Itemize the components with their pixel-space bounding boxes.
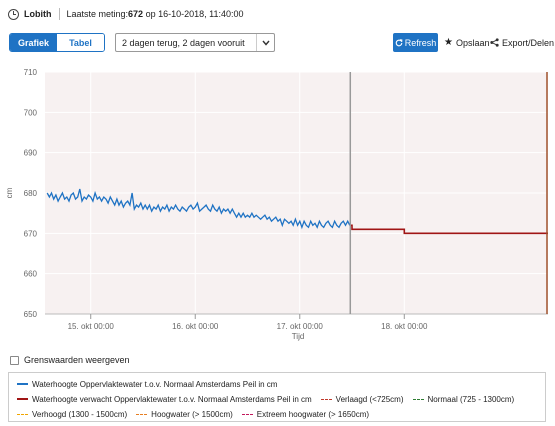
x-tick-label: 15. okt 00:00 (68, 322, 115, 331)
legend-item[interactable]: Waterhoogte Oppervlaktewater t.o.v. Norm… (17, 380, 277, 389)
x-axis-label: Tijd (292, 332, 305, 341)
export-share-button[interactable]: Export/Delen (490, 33, 554, 52)
range-select[interactable]: 2 dagen terug, 2 dagen vooruit (115, 33, 275, 52)
legend-label: Extreem hoogwater (> 1650cm) (256, 409, 370, 419)
refresh-icon (395, 38, 403, 46)
legend-row-3: Verhoogd (1300 - 1500cm) Hoogwater (> 15… (17, 408, 378, 420)
header-divider (58, 8, 60, 20)
y-tick-label: 650 (24, 310, 38, 319)
legend-swatch (136, 413, 148, 415)
legend-swatch (241, 413, 253, 415)
chart-legend: Waterhoogte Oppervlaktewater t.o.v. Norm… (8, 372, 546, 422)
y-tick-label: 700 (24, 108, 38, 117)
save-label: Opslaan (455, 37, 490, 48)
save-button[interactable]: ★ Opslaan (444, 33, 490, 52)
legend-label: Verhoogd (1300 - 1500cm) (32, 409, 128, 419)
legend-swatch (320, 398, 332, 400)
star-icon: ★ (444, 37, 453, 48)
legend-swatch (17, 413, 28, 415)
y-tick-label: 670 (24, 229, 38, 238)
legend-swatch (412, 398, 424, 400)
legend-item[interactable]: Waterhoogte verwacht Oppervlaktewater t.… (17, 395, 312, 404)
y-tick-label: 680 (24, 189, 38, 198)
clock-icon (8, 8, 19, 20)
legend-item[interactable]: Hoogwater (> 1500cm) (136, 410, 233, 419)
threshold-label: Grenswaarden weergeven (24, 355, 130, 365)
legend-row-1: Waterhoogte Oppervlaktewater t.o.v. Norm… (17, 378, 286, 390)
legend-swatch (17, 383, 28, 385)
threshold-checkbox[interactable] (10, 355, 19, 365)
last-measurement-value: 672 (128, 9, 144, 19)
legend-label: Waterhoogte verwacht Oppervlaktewater t.… (32, 394, 312, 404)
legend-item[interactable]: Normaal (725 - 1300cm) (412, 394, 515, 404)
x-tick-label: 16. okt 00:00 (172, 322, 219, 331)
legend-label: Verlaagd (<725cm) (335, 394, 404, 404)
legend-item[interactable]: Verlaagd (<725cm) (320, 394, 404, 404)
y-axis-label: cm (5, 187, 14, 198)
range-select-value: 2 dagen terug, 2 dagen vooruit (122, 37, 245, 48)
y-tick-label: 660 (24, 270, 38, 279)
legend-item[interactable]: Extreem hoogwater (> 1650cm) (241, 409, 370, 419)
share-icon (490, 38, 499, 47)
water-level-chart: 650 660 670 680 690 700 710 15. okt 00:00 16. o… (5, 68, 548, 341)
threshold-toggle[interactable]: Grenswaarden weergeven (10, 355, 130, 365)
legend-row-2: Waterhoogte verwacht Oppervlaktewater t.… (17, 393, 523, 405)
tab-tabel[interactable]: Tabel (57, 34, 104, 51)
refresh-label: Refresh (404, 37, 437, 48)
toolbar: Grafiek Tabel 2 dagen terug, 2 dagen voo… (9, 33, 554, 52)
last-measurement-date: op 16-10-2018, 11:40:00 (143, 9, 244, 19)
tab-grafiek[interactable]: Grafiek (10, 34, 57, 51)
export-label: Export/Delen (502, 37, 555, 48)
y-tick-label: 710 (24, 68, 38, 77)
x-tick-label: 17. okt 00:00 (277, 322, 324, 331)
refresh-button[interactable]: Refresh (393, 33, 438, 52)
chevron-down-icon (256, 34, 274, 51)
legend-swatch (17, 398, 28, 400)
legend-label: Hoogwater (> 1500cm) (151, 409, 233, 419)
view-toggle: Grafiek Tabel (9, 33, 105, 52)
page-header: Lobith Laatste meting: 672 op 16-10-2018… (8, 6, 244, 22)
station-name: Lobith (24, 9, 52, 19)
legend-item[interactable]: Verhoogd (1300 - 1500cm) (17, 410, 127, 419)
legend-label: Waterhoogte Oppervlaktewater t.o.v. Norm… (32, 379, 278, 389)
x-tick-label: 18. okt 00:00 (381, 322, 428, 331)
legend-label: Normaal (725 - 1300cm) (427, 394, 515, 404)
y-tick-label: 690 (24, 149, 38, 158)
last-measurement-label: Laatste meting: (66, 9, 129, 19)
